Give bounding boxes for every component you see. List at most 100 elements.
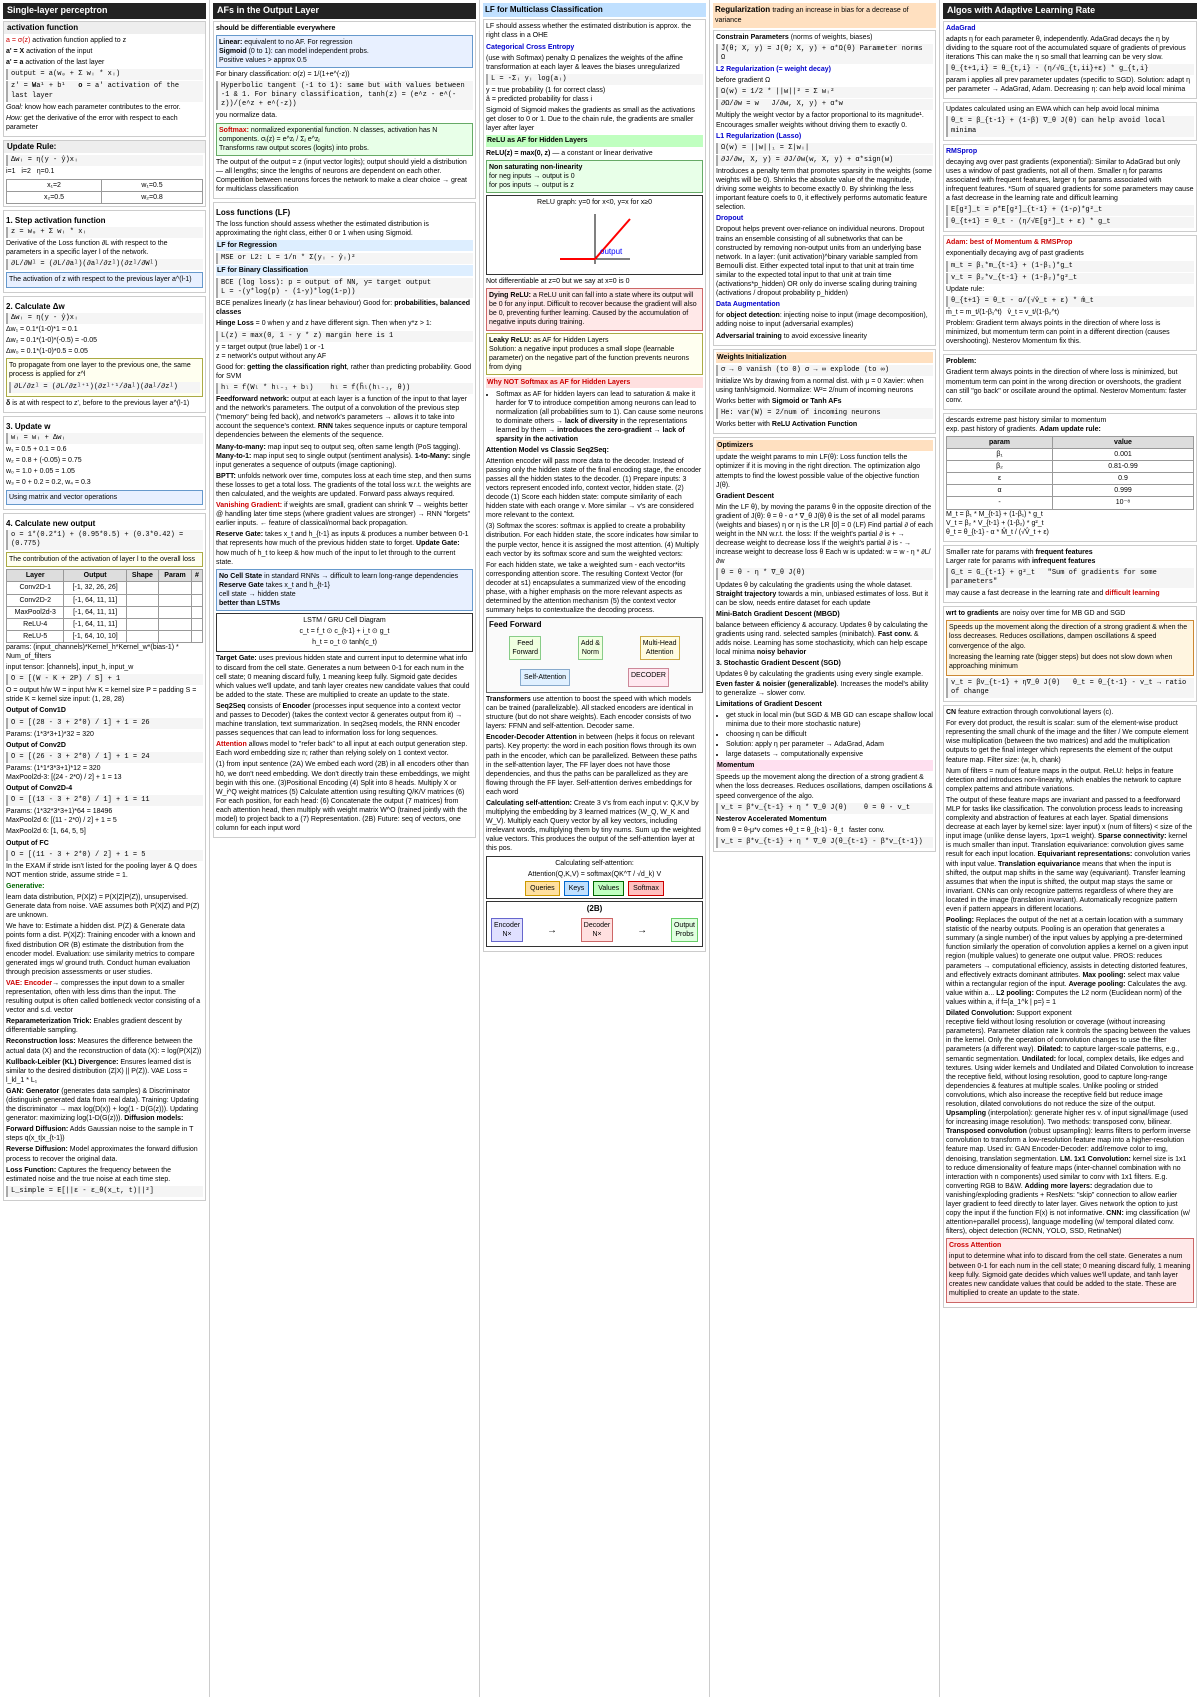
encoder-decoder-note: Encoder-Decoder Attention in between (he… (486, 733, 703, 797)
relu-formula-label: ReLU(z) = max(0, z) — a constant or line… (486, 149, 703, 158)
momentum-title: Momentum (716, 760, 933, 771)
nesterov-formula: v_t = β*v_{t-1} + η * ∇_θ J(θ_{t-1} - β*… (716, 837, 933, 848)
update-rule-section: Update Rule: Δwᵢ = η(y - ŷ)xᵢ i=1 i=2 η=… (3, 140, 206, 207)
vae-components: VAE: Encoder→ compresses the input down … (6, 979, 203, 1015)
momentum-desc: Speeds up the movement along the directi… (716, 773, 933, 800)
generative-desc: learn data distribution, P(X|Z) = P(X|Z|… (6, 893, 203, 920)
cross-attention-box: Cross Attention input to determine what … (946, 1238, 1194, 1303)
lf-binary-title: LF for Binary Classification (216, 265, 473, 276)
gd-desc: Min the LF θ), by moving the params θ in… (716, 503, 933, 567)
enc-block: Multi-HeadAttention (640, 636, 680, 660)
adam-update-formula: θ_{t+1} = θ_t - α/(√v̂_t + ε) * m̂_t (946, 296, 1194, 307)
reg-header: Regularization trading an increase in bi… (713, 3, 936, 28)
loss-fn-note: Loss Function: Captures the frequency be… (6, 1166, 203, 1184)
params-note: params: (input_channels)*Kernel_h*Kernel… (6, 643, 203, 661)
attention-model: Attention Model vs Classic Seq2Seq: (486, 446, 703, 455)
fc-formula: O = [(11 - 3 + 2*0) / 2] + 1 = 5 (6, 850, 203, 861)
optimizers-section: Optimizers update the weight params to m… (713, 437, 936, 852)
lf-reg-formula: MSE or L2: L = 1/n * Σ(yᵢ - ŷᵢ)² (216, 253, 473, 264)
hinge-good: Good for: getting the classification rig… (216, 363, 473, 381)
iteration-note: i=1 i=2 η=0.1 (6, 167, 203, 176)
col2-title: AFs in the Output Layer (213, 3, 476, 19)
2b-dec1: DecoderN× (581, 918, 613, 942)
rmsprop-update: θ_{t+1} = θ_t - (η/√E[g²]_t + ε) * g_t (946, 217, 1194, 228)
bce-note: BCE penalizes linearly (z has linear beh… (216, 299, 473, 317)
rmsprop-section: RMSprop decaying avg over past gradients… (943, 144, 1197, 233)
l1-formula: Ω(w) = ||w||₁ = Σ|wᵢ| (716, 143, 933, 154)
lstm-formula-c: c_t = f_t ⊙ c_{t-1} + i_t ⊙ g_t (219, 627, 470, 636)
af-output-note: should be differentiable everywhere (216, 24, 473, 33)
adagrad-section: AdaGrad adapts η for each parameter θ, i… (943, 21, 1197, 100)
gd-update-formula: θ = θ - η * ∇_θ J(θ) (716, 568, 933, 579)
output-conv2d-title: Output of Conv2D (6, 741, 203, 750)
speed-notes: Speeds up the movement along the directi… (946, 620, 1194, 675)
weighted-sum: For each hidden state, we take a weighte… (486, 561, 703, 616)
calc-dw-title: 2. Calculate Δw (6, 302, 203, 312)
wi-desc: Initialize Ws by drawing from a normal d… (716, 377, 933, 395)
act-fn-note3: a' = a activation of the last layer (6, 58, 203, 67)
generative-note: Generative: (6, 882, 203, 891)
vanishing-note: Vanishing Gradient: if weights are small… (216, 501, 473, 528)
calc-dw-ex1: Δw₁ = 0.1*(1-0)*1 = 0.1 (6, 325, 203, 334)
adam-m-formula: m_t = β₁*m_{t-1} + (1-β₁)*g_t (946, 261, 1194, 272)
cat-cross-entropy-title: Categorical Cross Entropy (486, 43, 703, 52)
loss-simple: L_simple = E[||ε - ε_θ(x_t, t)||²] (6, 1186, 203, 1197)
speed2: Increasing the learning rate (bigger ste… (949, 653, 1191, 671)
lim3: Solution: apply η per parameter → AdaGra… (726, 740, 933, 749)
pooling-desc: Pooling: Replaces the output of the net … (946, 916, 1194, 1007)
2b-label: (2B) (489, 904, 700, 914)
gradient-descent-details: descards extreme past history similar to… (943, 413, 1197, 542)
dilated-conv: Dilated Convolution: Support exponentrec… (946, 1009, 1194, 1236)
lstm-note: Reserve Gate: takes x_t and h_{t-1} as i… (216, 530, 473, 566)
adam-problem: Problem: Gradient term always points in … (946, 319, 1194, 346)
mbgd-desc: balance between efficiency & accuracy. U… (716, 621, 933, 657)
diffusion-desc: Forward Diffusion: Adds Gaussian noise t… (6, 1125, 203, 1143)
slow-learning: may cause a fast decrease in the learnin… (946, 589, 1194, 598)
rmsprop-title: RMSprop (946, 147, 1194, 156)
num-filters: Num of filters = num of feature maps in … (946, 767, 1194, 794)
mbgd-title: Mini-Batch Gradient Descent (MBGD) (716, 610, 933, 619)
act-fn-note2: a' = X activation of the input (6, 47, 203, 56)
lstm-diagram: LSTM / GRU Cell Diagram c_t = f_t ⊙ c_{t… (216, 613, 473, 652)
data-aug-desc: for object detection: injecting noise to… (716, 311, 933, 329)
cat-cross-entropy-note: (use with Softmax) penalty Ω penalizes t… (486, 54, 703, 72)
vae-note: We have to: Estimate a hidden dist. P(Z)… (6, 922, 203, 977)
l2-effect: Multiply the weight vector by a factor p… (716, 111, 933, 129)
hinge-formula: L(z) = max(0, 1 - y * z) margin here is … (216, 331, 473, 342)
ewa-note: Updates calculated using an EWA which ca… (946, 105, 1194, 114)
sgd-desc: Updates θ by calculating the gradients u… (716, 670, 933, 697)
lf-multiclass-header: LF for Multiclass Classification (483, 3, 706, 17)
sgd-title: 3. Stochastic Gradient Descent (SGD) (716, 659, 933, 668)
summary-formulas: M_t = β₁ * M_{t-1} + (1-β₁) * g_tV_t = β… (946, 510, 1194, 537)
wns-item1: Softmax as AF for hidden layers can lead… (496, 390, 703, 445)
l2-gradient: ∂Ω/∂w = w J/∂w, X, y) + α*w (716, 99, 933, 110)
lim2: choosing η can be difficult (726, 730, 933, 739)
attn-bottom-blocks: Self-Attention DECODER (489, 665, 700, 690)
problem-desc: Gradient term always points in the direc… (946, 368, 1194, 404)
binary-class-formula: For binary classification: σ(z) = 1/(1+e… (216, 70, 473, 79)
update-w-section: 3. Update w wᵢ = wᵢ + Δwᵢ w₁ = 0.5 + 0.1… (3, 416, 206, 510)
calc-delta-w-section: 2. Calculate Δw Δwᵢ = η(y - ŷ)xᵢ Δw₁ = 0… (3, 296, 206, 413)
update-w-title: 3. Update w (6, 422, 203, 432)
constrain-params: Constrain Parameters (norms of weights, … (716, 33, 933, 42)
delta-wi-formula: Δwᵢ = η(y - ŷ)xᵢ (6, 155, 203, 166)
col1-title: Single-layer perceptron (3, 3, 206, 19)
step-act-desc: Derivative of the Loss function ∂L with … (6, 239, 203, 257)
lf-binary-formula: BCE (log loss): p = output of NN, y= tar… (216, 278, 473, 298)
conv1d-formula: O = [(28 - 3 + 2*0) / 1] + 1 = 26 (6, 718, 203, 729)
adam-values-table: paramvalue β₁0.001 β₂0.81-0.99 ε0.9 α0.9… (946, 436, 1194, 510)
step-act-title: 1. Step activation function (6, 216, 203, 226)
y-target: y = target output (true label) 1 or -1z … (216, 343, 473, 361)
cross-attn-desc: input to determine what info to discard … (949, 1252, 1191, 1297)
2b-arrow: → (547, 924, 557, 937)
conv2d-formula: O = [(26 - 3 + 2*0) / 1] + 1 = 24 (6, 752, 203, 763)
weights-init-section: Weights Initialization σ → 0 vanish (to … (713, 349, 936, 435)
adagrad-formula: θ_{t+1,i} = θ_{t,i} - (η/√G_{t,ii}+ε) * … (946, 64, 1194, 75)
feedforward-note: Feedforward network: output at each laye… (216, 395, 473, 440)
wi-he-formula: He: var(W) = 2/num of incoming neurons (716, 408, 933, 419)
rnn-types: Many-to-many: map input seq to output se… (216, 443, 473, 470)
reconstruction-loss: Reconstruction loss: Measures the differ… (6, 1037, 203, 1055)
cn-desc: CN feature extraction through convolutio… (946, 708, 1194, 717)
l2-formula: Ω(w) = 1/2 * ||w||² = Σ wᵢ² (716, 87, 933, 98)
relu-diagram-label: ReLU graph: y=0 for x<0, y=x for x≥0 (489, 198, 700, 207)
